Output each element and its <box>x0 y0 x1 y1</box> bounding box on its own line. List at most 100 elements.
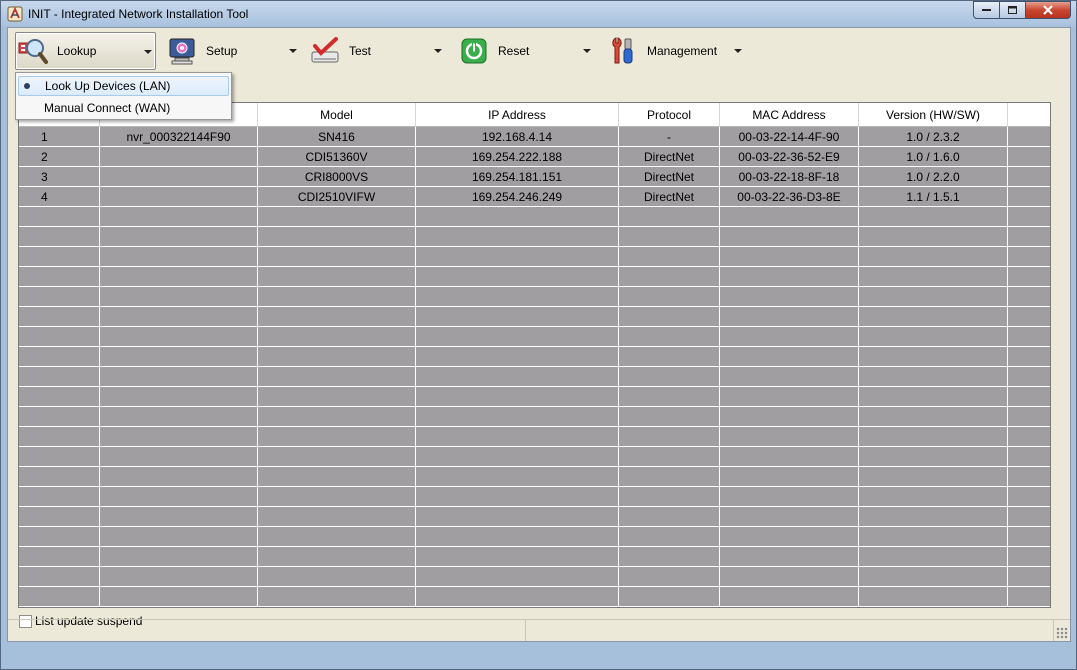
reset-button[interactable]: Reset <box>457 32 592 70</box>
cell-name <box>100 387 258 406</box>
cell-model <box>258 307 416 326</box>
cell-number: 2 <box>19 147 100 166</box>
cell-extra <box>1008 247 1050 266</box>
cell-version <box>859 367 1008 386</box>
cell-ip-address: 169.254.246.249 <box>416 187 619 206</box>
cell-protocol: DirectNet <box>619 167 720 186</box>
test-button[interactable]: Test <box>308 32 443 70</box>
cell-extra <box>1008 427 1050 446</box>
cell-model <box>258 427 416 446</box>
cell-name <box>100 147 258 166</box>
cell-protocol <box>619 387 720 406</box>
cell-protocol <box>619 207 720 226</box>
cell-number <box>19 387 100 406</box>
setup-button[interactable]: Setup <box>165 32 300 70</box>
cell-mac-address <box>720 407 859 426</box>
maximize-button[interactable] <box>1000 1 1026 19</box>
chevron-down-icon[interactable] <box>583 49 591 53</box>
cell-version <box>859 467 1008 486</box>
management-button[interactable]: Management <box>606 32 746 70</box>
empty-table-row <box>19 367 1050 387</box>
cell-name <box>100 427 258 446</box>
cell-model <box>258 387 416 406</box>
cell-mac-address <box>720 447 859 466</box>
cell-ip-address <box>416 427 619 446</box>
close-button[interactable] <box>1026 1 1071 19</box>
cell-mac-address <box>720 207 859 226</box>
column-header-protocol[interactable]: Protocol <box>619 103 720 127</box>
cell-number <box>19 327 100 346</box>
cell-name <box>100 467 258 486</box>
cell-protocol <box>619 587 720 606</box>
cell-model <box>258 227 416 246</box>
cell-ip-address <box>416 467 619 486</box>
column-header-version[interactable]: Version (HW/SW) <box>859 103 1008 127</box>
table-row[interactable]: 1 nvr_000322144F90 SN416 192.168.4.14 - … <box>19 127 1050 147</box>
cell-version <box>859 447 1008 466</box>
cell-version <box>859 407 1008 426</box>
cell-extra <box>1008 527 1050 546</box>
cell-number <box>19 587 100 606</box>
column-header-model[interactable]: Model <box>258 103 416 127</box>
cell-protocol <box>619 567 720 586</box>
cell-name <box>100 527 258 546</box>
cell-number: 4 <box>19 187 100 206</box>
lookup-button[interactable]: Lookup <box>15 32 156 70</box>
cell-ip-address <box>416 587 619 606</box>
cell-protocol <box>619 287 720 306</box>
column-header-mac-address[interactable]: MAC Address <box>720 103 859 127</box>
cell-protocol <box>619 227 720 246</box>
cell-version <box>859 227 1008 246</box>
cell-version <box>859 587 1008 606</box>
chevron-down-icon[interactable] <box>434 49 442 53</box>
cell-model <box>258 467 416 486</box>
empty-table-row <box>19 567 1050 587</box>
cell-number <box>19 467 100 486</box>
chevron-down-icon[interactable] <box>734 49 742 53</box>
cell-mac-address: 00-03-22-18-8F-18 <box>720 167 859 186</box>
cell-model <box>258 567 416 586</box>
title-bar[interactable]: INIT - Integrated Network Installation T… <box>1 1 1076 26</box>
table-row[interactable]: 2 CDI51360V 169.254.222.188 DirectNet 00… <box>19 147 1050 167</box>
cell-protocol <box>619 527 720 546</box>
cell-extra <box>1008 447 1050 466</box>
cell-protocol <box>619 247 720 266</box>
cell-mac-address <box>720 547 859 566</box>
cell-name: nvr_000322144F90 <box>100 127 258 146</box>
cell-name <box>100 507 258 526</box>
cell-name <box>100 187 258 206</box>
cell-version <box>859 247 1008 266</box>
chevron-down-icon[interactable] <box>144 50 152 54</box>
cell-extra <box>1008 227 1050 246</box>
cell-protocol <box>619 307 720 326</box>
cell-model: SN416 <box>258 127 416 146</box>
menu-item-manual-connect-wan[interactable]: Manual Connect (WAN) <box>18 98 229 118</box>
menu-item-look-up-devices-lan[interactable]: Look Up Devices (LAN) <box>18 76 229 96</box>
window-title: INIT - Integrated Network Installation T… <box>28 6 249 21</box>
empty-table-row <box>19 527 1050 547</box>
cell-number <box>19 367 100 386</box>
cell-version: 1.0 / 2.2.0 <box>859 167 1008 186</box>
magnifier-icon <box>16 35 50 67</box>
table-row[interactable]: 4 CDI2510VIFW 169.254.246.249 DirectNet … <box>19 187 1050 207</box>
cell-number <box>19 547 100 566</box>
cell-name <box>100 227 258 246</box>
minimize-button[interactable] <box>973 1 1000 19</box>
column-header-ip-address[interactable]: IP Address <box>416 103 619 127</box>
cell-mac-address <box>720 567 859 586</box>
device-list-grid[interactable]: Model IP Address Protocol MAC Address Ve… <box>18 102 1051 608</box>
cell-ip-address <box>416 507 619 526</box>
cell-version <box>859 527 1008 546</box>
cell-ip-address <box>416 307 619 326</box>
empty-table-row <box>19 247 1050 267</box>
empty-table-row <box>19 307 1050 327</box>
tools-icon <box>606 35 640 67</box>
cell-name <box>100 547 258 566</box>
cell-number <box>19 267 100 286</box>
chevron-down-icon[interactable] <box>289 49 297 53</box>
cell-mac-address <box>720 267 859 286</box>
cell-version <box>859 507 1008 526</box>
resize-grip-icon[interactable] <box>1056 627 1068 639</box>
table-row[interactable]: 3 CRI8000VS 169.254.181.151 DirectNet 00… <box>19 167 1050 187</box>
cell-extra <box>1008 587 1050 606</box>
